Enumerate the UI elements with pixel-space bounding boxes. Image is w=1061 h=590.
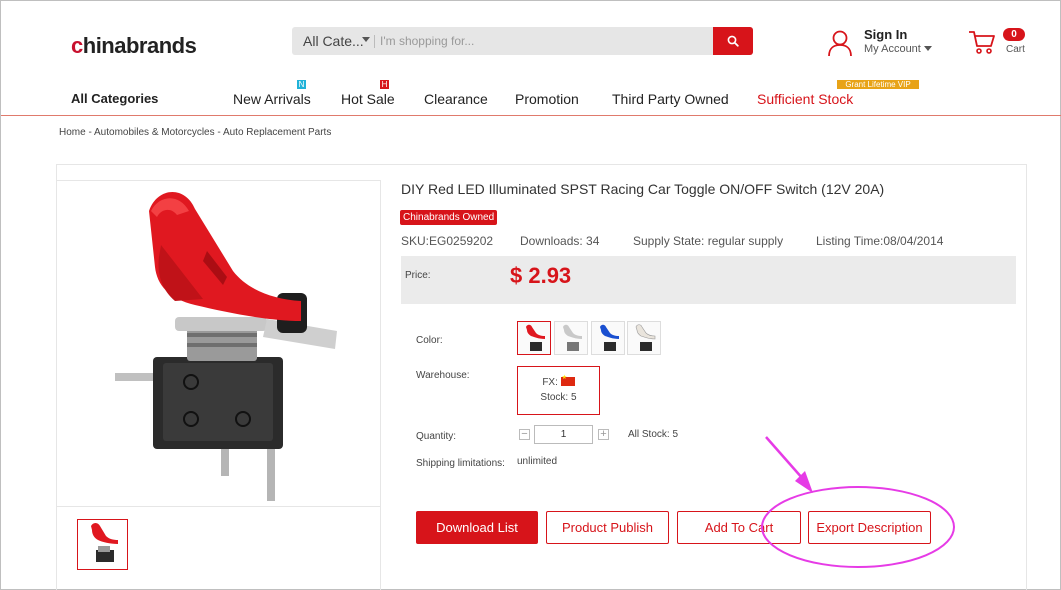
color-swatch-clear[interactable] [627, 321, 661, 355]
price-bar: Price: $ 2.93 [401, 256, 1016, 304]
product-title: DIY Red LED Illuminated SPST Racing Car … [401, 181, 885, 197]
all-stock-text: All Stock: 5 [628, 429, 679, 440]
cart-label: Cart [1006, 44, 1025, 55]
blue-switch-swatch-icon [600, 324, 619, 351]
downloads-text: Downloads: 34 [520, 234, 600, 248]
new-badge: N [297, 80, 306, 89]
search-input[interactable] [380, 31, 700, 51]
quantity-increase-button[interactable]: + [598, 429, 609, 440]
search-category-select[interactable]: All Cate... [303, 33, 364, 49]
clear-switch-swatch-icon [635, 324, 656, 351]
search-icon [727, 35, 739, 47]
toggle-switch-thumbnail [91, 523, 118, 562]
hot-badge: H [380, 80, 389, 89]
product-main-image[interactable] [57, 181, 380, 507]
china-flag-icon [560, 374, 575, 386]
logo-text: hinabrands [82, 33, 197, 58]
warehouse-code: FX: [542, 377, 558, 388]
cart-count-badge: 0 [1003, 28, 1025, 41]
nav-hot-sale[interactable]: Hot Sale [341, 91, 395, 107]
warehouse-stock: Stock: 5 [540, 392, 577, 403]
red-switch-swatch-icon [526, 324, 545, 351]
cart-button[interactable]: 0 Cart [968, 28, 1025, 60]
nav-clearance[interactable]: Clearance [424, 91, 488, 107]
warehouse-label: Warehouse: [416, 370, 470, 381]
sku-text: SKU:EG0259202 [401, 234, 494, 248]
chevron-down-icon[interactable] [362, 37, 370, 42]
search-button[interactable] [713, 27, 753, 55]
nav-all-categories[interactable]: All Categories [71, 91, 158, 106]
breadcrumb[interactable]: Home - Automobiles & Motorcycles - Auto … [59, 127, 331, 138]
search-bar: All Cate... [292, 27, 753, 55]
sign-in-link[interactable]: Sign In [864, 27, 907, 42]
quantity-input[interactable] [534, 425, 593, 444]
add-to-cart-button[interactable]: Add To Cart [677, 511, 801, 544]
color-swatch-red[interactable] [517, 321, 551, 355]
shipping-limitations-value: unlimited [517, 456, 558, 467]
my-account-dropdown[interactable]: My Account [864, 43, 932, 55]
price-value: $ 2.93 [510, 263, 572, 288]
product-publish-button[interactable]: Product Publish [546, 511, 669, 544]
warehouse-option[interactable]: FX: Stock: 5 [517, 366, 600, 415]
my-account-label: My Account [864, 43, 921, 55]
divider [374, 35, 375, 48]
download-list-button[interactable]: Download List [416, 511, 538, 544]
nav-third-party-owned[interactable]: Third Party Owned [612, 91, 729, 107]
nav-promotion[interactable]: Promotion [515, 91, 579, 107]
caret-down-icon [923, 46, 932, 51]
chinabrands-logo[interactable]: chinabrands [71, 33, 197, 59]
nav-new-arrivals[interactable]: New Arrivals [233, 91, 311, 107]
price-label: Price: [405, 270, 431, 281]
owned-badge: Chinabrands Owned [400, 210, 498, 225]
silver-switch-swatch-icon [563, 324, 582, 351]
toggle-switch-image [115, 191, 337, 501]
quantity-decrease-button[interactable]: − [519, 429, 530, 440]
color-swatch-silver[interactable] [554, 321, 588, 355]
supply-state-text: Supply State: regular supply [633, 234, 784, 248]
shipping-limitations-label: Shipping limitations: [416, 458, 505, 469]
nav-sufficient-stock[interactable]: Sufficient Stock [757, 91, 853, 107]
shopping-cart-icon [969, 31, 995, 54]
listing-time-text: Listing Time:08/04/2014 [816, 234, 944, 248]
vip-badge: Grant Lifetime VIP [837, 80, 919, 89]
export-description-button[interactable]: Export Description [808, 511, 931, 544]
quantity-label: Quantity: [416, 431, 457, 442]
product-thumbnail[interactable] [77, 519, 128, 570]
color-label: Color: [416, 335, 443, 346]
user-icon [828, 30, 852, 57]
color-swatch-blue[interactable] [591, 321, 625, 355]
product-gallery [56, 180, 381, 590]
